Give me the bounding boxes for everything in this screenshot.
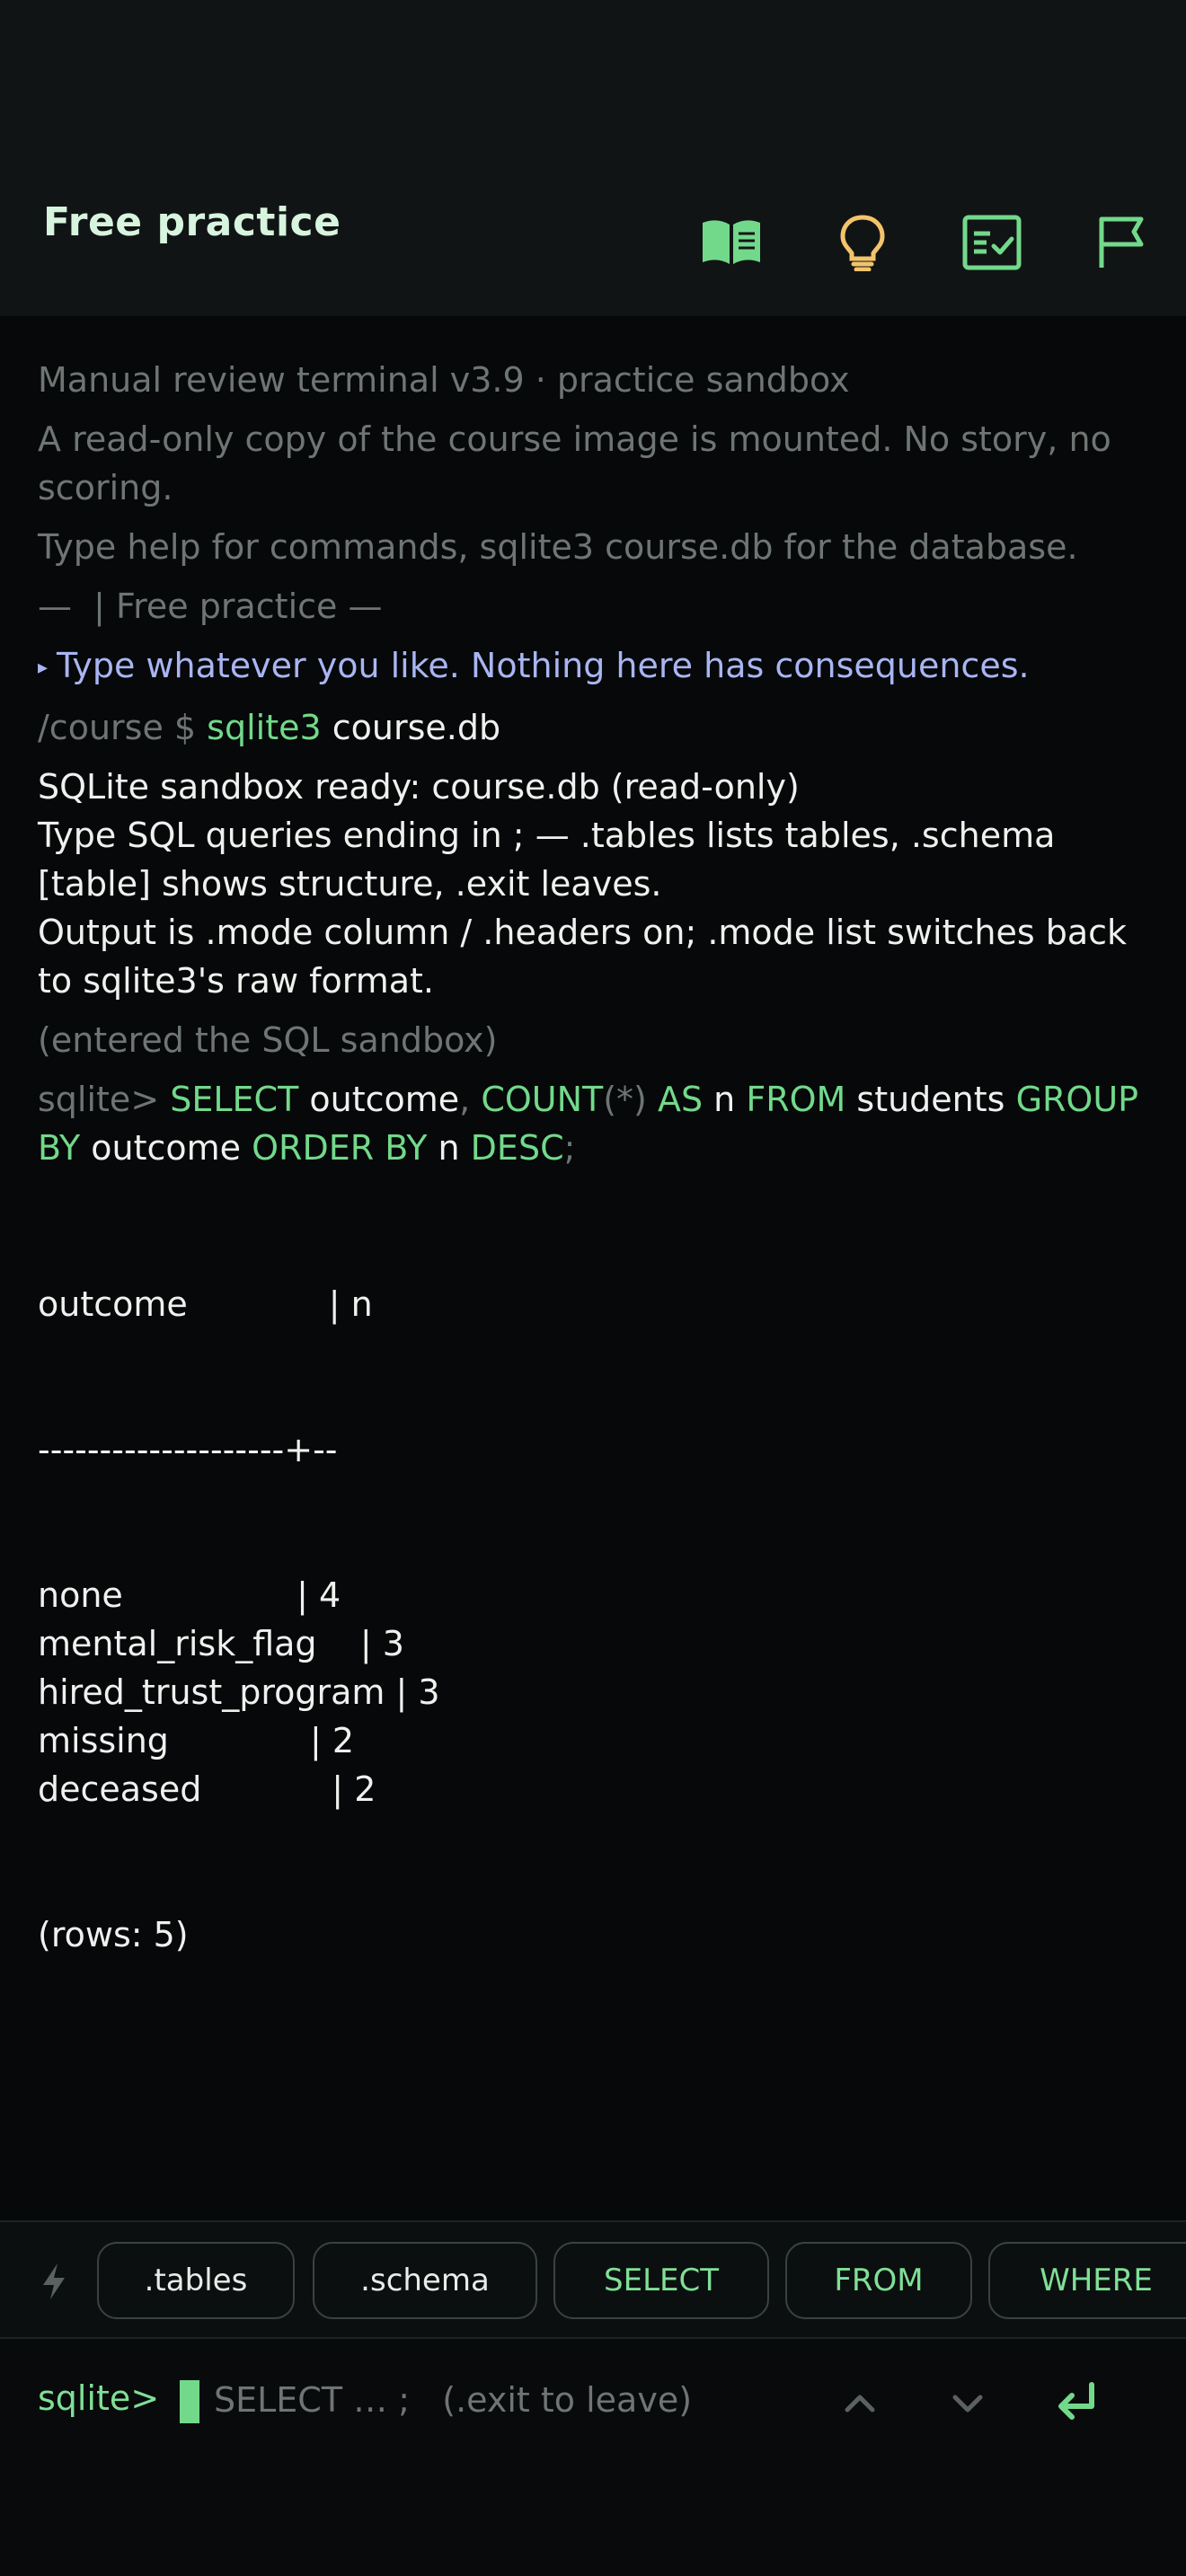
app-header: Free practice <box>0 0 1186 316</box>
result-cell-n: 4 <box>318 1575 341 1615</box>
shell-argument: course.db <box>321 707 501 747</box>
sql-keyword: COUNT <box>481 1079 604 1119</box>
result-row: none | 4 <box>38 1575 341 1615</box>
shell-command-line: /course $ sqlite3 course.db <box>38 703 1152 752</box>
submit-button[interactable] <box>1044 2371 1107 2434</box>
command-input-bar <box>0 2339 1186 2576</box>
input-prompt: sqlite> <box>38 2378 160 2418</box>
page-title: Free practice <box>43 199 341 245</box>
caret-right-icon: ▸ <box>38 656 49 679</box>
result-row: deceased | 2 <box>38 1769 376 1809</box>
terminal-intro-line: A read-only copy of the course image is … <box>38 419 1122 507</box>
sql-prompt: sqlite> <box>38 1079 171 1119</box>
result-cell-outcome: missing <box>38 1720 169 1760</box>
shell-prompt: /course $ <box>38 707 208 747</box>
chip-select[interactable]: SELECT <box>553 2242 769 2319</box>
sql-punct: , <box>459 1079 482 1119</box>
sql-identifier: outcome <box>80 1127 252 1168</box>
result-cell-outcome: hired_trust_program <box>38 1672 385 1712</box>
chip-where[interactable]: WHERE <box>988 2242 1186 2319</box>
sql-punct: ; <box>563 1127 576 1168</box>
result-cell-outcome: none <box>38 1575 123 1615</box>
chip-tables[interactable]: .tables <box>97 2242 295 2319</box>
result-row: hired_trust_program | 3 <box>38 1672 440 1712</box>
hint-text: Type whatever you like. Nothing here has… <box>57 646 1030 685</box>
sql-keyword: ORDER BY <box>252 1127 428 1168</box>
query-result: outcome | n --------------------+-- none… <box>38 1183 1152 2056</box>
result-cell-n: 2 <box>332 1720 355 1760</box>
result-row-count: (rows: 5) <box>38 1914 189 1954</box>
output-line: Type SQL queries ending in ; — .tables l… <box>38 815 1056 904</box>
sql-keyword: SELECT <box>170 1079 299 1119</box>
sql-identifier: outcome <box>298 1079 460 1119</box>
chip-schema[interactable]: .schema <box>313 2242 537 2319</box>
enter-icon <box>1058 2382 1094 2420</box>
result-cell-outcome: deceased <box>38 1769 202 1809</box>
sql-keyword: FROM <box>746 1079 846 1119</box>
sql-identifier: students <box>845 1079 1005 1119</box>
result-row: mental_risk_flag | 3 <box>38 1623 404 1663</box>
result-cell-n: 3 <box>418 1672 440 1712</box>
book-icon[interactable] <box>697 212 766 273</box>
output-line: SQLite sandbox ready: course.db (read-on… <box>38 766 800 807</box>
sql-identifier: n <box>703 1079 747 1119</box>
sandbox-entered-note: (entered the SQL sandbox) <box>38 1019 498 1060</box>
terminal-intro-line: Type help for commands, sqlite3 course.d… <box>38 527 1078 567</box>
flag-icon[interactable] <box>1087 212 1155 273</box>
terminal-output: Manual review terminal v3.9 · practice s… <box>38 356 1152 2056</box>
lightbulb-icon[interactable] <box>828 212 897 273</box>
text-cursor <box>180 2380 199 2423</box>
history-down-button[interactable] <box>936 2371 999 2434</box>
chevron-down-icon <box>952 2395 983 2413</box>
result-separator: --------------------+-- <box>38 1429 338 1469</box>
chevron-up-icon <box>845 2395 875 2413</box>
sql-punct: (*) <box>603 1079 647 1119</box>
chip-from[interactable]: FROM <box>785 2242 972 2319</box>
output-line: Output is .mode column / .headers on; .m… <box>38 912 1128 1001</box>
sql-query-line: sqlite> SELECT outcome, COUNT(*) AS n FR… <box>38 1075 1152 1172</box>
sql-keyword: DESC <box>470 1127 564 1168</box>
result-header: outcome | n <box>38 1284 373 1324</box>
result-row: missing | 2 <box>38 1720 355 1760</box>
quick-insert-bar: .tables .schema SELECT FROM WHERE <box>0 2220 1186 2339</box>
hint-line: ▸ Type whatever you like. Nothing here ha… <box>38 641 1152 693</box>
section-divider: — | Free practice — <box>38 587 383 626</box>
checklist-icon[interactable] <box>958 212 1026 273</box>
result-cell-n: 3 <box>382 1623 404 1663</box>
sandbox-ready-message: SQLite sandbox ready: course.db (read-on… <box>38 763 1152 1005</box>
shell-command: sqlite3 <box>207 707 322 747</box>
terminal-intro-line: Manual review terminal v3.9 · practice s… <box>38 360 850 400</box>
lightning-icon <box>43 2263 65 2299</box>
sql-keyword: AS <box>646 1079 704 1119</box>
sql-identifier: n <box>427 1127 471 1168</box>
result-cell-outcome: mental_risk_flag <box>38 1623 317 1663</box>
result-cell-n: 2 <box>354 1769 376 1809</box>
command-input[interactable]: SELECT … ; (.exit to leave) <box>214 2380 692 2420</box>
history-up-button[interactable] <box>828 2371 891 2434</box>
